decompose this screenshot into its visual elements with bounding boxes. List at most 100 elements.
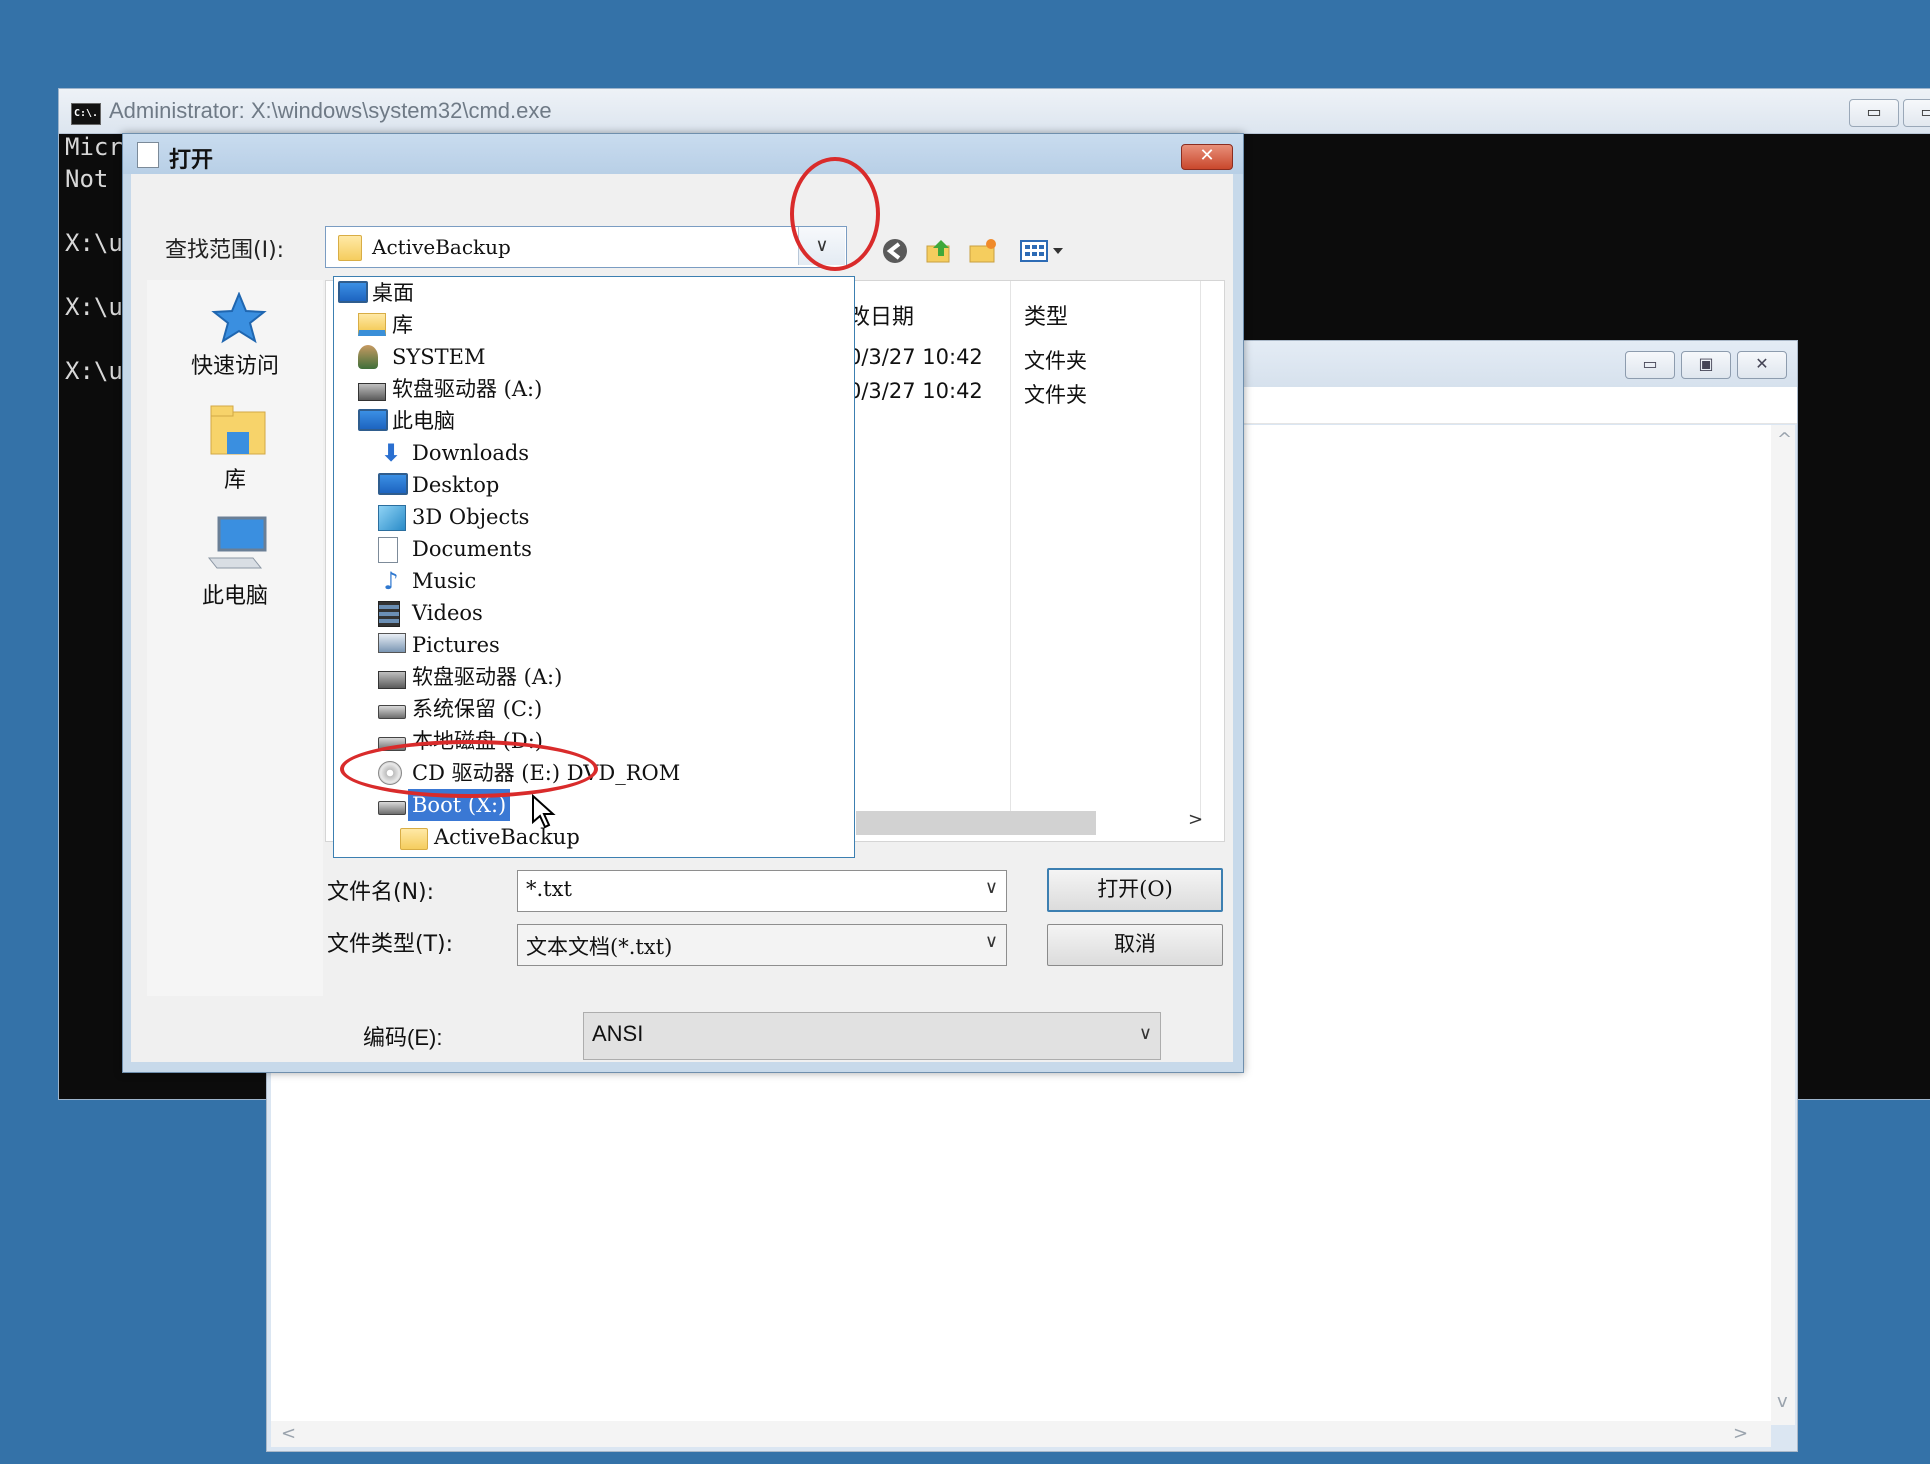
annotation-circle <box>790 157 880 271</box>
tree-item-label: 软盘驱动器 (A:) <box>392 377 543 401</box>
filetype-label: 文件类型(T): <box>327 932 454 957</box>
cmd-output-line: X:\u <box>65 229 123 257</box>
filename-label: 文件名(N): <box>327 880 435 905</box>
places-label: 此电脑 <box>201 584 268 609</box>
cmd-window-title: Administrator: X:\windows\system32\cmd.e… <box>109 98 552 123</box>
dialog-close-button[interactable]: ✕ <box>1181 144 1233 170</box>
encoding-combobox[interactable]: ANSI ∨ <box>583 1012 1161 1060</box>
pictures-icon <box>378 633 406 653</box>
filename-value: *.txt <box>526 877 572 901</box>
videos-icon <box>378 601 400 627</box>
library-icon <box>358 313 386 336</box>
view-menu-icon[interactable] <box>1017 236 1067 266</box>
cmd-titlebar[interactable]: C:\. Administrator: X:\windows\system32\… <box>59 89 1930 134</box>
notepad-minimize-button[interactable]: ▭ <box>1625 351 1675 379</box>
tree-item-label: 3D Objects <box>412 505 530 529</box>
lookin-label: 查找范围(I): <box>165 238 285 263</box>
user-icon <box>358 345 378 369</box>
tree-item-label: Documents <box>412 537 532 561</box>
scroll-right-arrow[interactable]: > <box>1188 809 1203 830</box>
tree-item-label: Desktop <box>412 473 500 497</box>
cmd-output-line: X:\u <box>65 357 123 385</box>
encoding-label: 编码(E): <box>363 1025 443 1050</box>
column-divider <box>1010 281 1011 821</box>
places-quick-access[interactable]: 快速访问 <box>147 292 323 396</box>
cmd-output-line: Micr <box>65 133 123 161</box>
tree-item-label: Downloads <box>412 441 530 465</box>
tree-item-label: ActiveBackup <box>434 825 580 849</box>
folder-icon <box>338 235 362 261</box>
dialog-title: 打开 <box>169 148 214 173</box>
cancel-button[interactable]: 取消 <box>1047 924 1223 966</box>
filetype-combobox[interactable]: 文本文档(*.txt) ∨ <box>517 924 1007 966</box>
floppy-icon <box>378 671 406 689</box>
filetype-value: 文本文档(*.txt) <box>526 935 673 959</box>
notepad-close-button[interactable]: ✕ <box>1737 351 1787 379</box>
drive-icon <box>378 705 406 719</box>
lookin-value: ActiveBackup <box>372 235 511 259</box>
scroll-up-arrow[interactable]: ^ <box>1777 429 1792 450</box>
mouse-cursor-icon <box>532 794 556 829</box>
dialog-body: 查找范围(I): ActiveBackup ∨ 快速访问 库 此电脑 改日期 类… <box>131 174 1233 1062</box>
file-type-cell[interactable]: 文件夹 <box>1024 379 1087 409</box>
filename-combobox[interactable]: *.txt ∨ <box>517 870 1007 912</box>
tree-item-label: 系统保留 (C:) <box>412 697 543 721</box>
column-header-date[interactable]: 改日期 <box>848 299 914 331</box>
tree-item-label: SYSTEM <box>392 345 486 369</box>
notepad-maximize-button[interactable]: ▣ <box>1681 351 1731 379</box>
places-label: 库 <box>223 468 246 493</box>
folder-icon <box>400 828 428 850</box>
tree-item-label: 桌面 <box>372 281 414 305</box>
notepad-vertical-scrollbar[interactable]: ^ v <box>1771 425 1795 1425</box>
places-library[interactable]: 库 <box>147 404 323 504</box>
library-icon <box>210 405 266 455</box>
scroll-right-arrow[interactable]: > <box>1733 1423 1748 1444</box>
chevron-down-icon[interactable]: ∨ <box>985 931 998 952</box>
up-folder-icon[interactable] <box>921 236 957 266</box>
encoding-value: ANSI <box>592 1021 644 1046</box>
tree-item-label: 此电脑 <box>392 409 455 433</box>
file-list-scroll-thumb[interactable] <box>856 811 1096 835</box>
desktop-icon <box>338 281 368 303</box>
computer-icon <box>358 409 388 431</box>
open-file-dialog: 打开 ✕ 查找范围(I): ActiveBackup ∨ 快速访问 库 此电脑 … <box>122 133 1244 1073</box>
notepad-horizontal-scrollbar[interactable]: < > <box>271 1421 1771 1447</box>
file-date-cell[interactable]: 0/3/27 10:42 <box>848 379 983 403</box>
star-icon <box>211 292 267 344</box>
music-icon: ♪ <box>383 567 399 595</box>
tree-item-label: 库 <box>392 313 413 337</box>
documents-icon <box>378 537 398 563</box>
cmd-icon: C:\. <box>71 103 101 125</box>
tree-item-label: Pictures <box>412 633 500 657</box>
places-this-pc[interactable]: 此电脑 <box>147 516 323 616</box>
cmd-output-line: Not <box>65 165 109 193</box>
floppy-icon <box>358 383 386 401</box>
tree-item-label: Music <box>412 569 477 593</box>
dialog-icon <box>137 142 159 168</box>
open-button[interactable]: 打开(O) <box>1047 868 1223 912</box>
column-header-type[interactable]: 类型 <box>1024 299 1068 331</box>
dialog-titlebar[interactable]: 打开 ✕ <box>123 134 1243 174</box>
lookin-combobox[interactable]: ActiveBackup ∨ <box>325 226 847 268</box>
file-type-cell[interactable]: 文件夹 <box>1024 345 1087 375</box>
places-bar: 快速访问 库 此电脑 <box>147 280 323 996</box>
drive-icon <box>378 801 406 815</box>
cmd-restore-button[interactable]: ▭ <box>1903 99 1930 127</box>
chevron-down-icon[interactable]: ∨ <box>985 877 998 898</box>
places-label: 快速访问 <box>190 354 279 379</box>
cmd-minimize-button[interactable]: ▭ <box>1849 99 1899 127</box>
scroll-down-arrow[interactable]: v <box>1777 1391 1788 1412</box>
downloads-icon: ⬇ <box>380 439 402 467</box>
tree-item-label: 软盘驱动器 (A:) <box>412 665 563 689</box>
desktop-icon <box>378 473 408 495</box>
annotation-circle <box>340 740 598 798</box>
cube-icon <box>378 505 406 531</box>
computer-icon <box>207 516 267 569</box>
chevron-down-icon[interactable]: ∨ <box>1139 1023 1152 1044</box>
scroll-left-arrow[interactable]: < <box>281 1423 296 1444</box>
tree-item-label: Videos <box>412 601 483 625</box>
cmd-output-line: X:\u <box>65 293 123 321</box>
back-icon[interactable] <box>877 236 913 266</box>
new-folder-icon[interactable] <box>965 236 1001 266</box>
file-date-cell[interactable]: 0/3/27 10:42 <box>848 345 983 369</box>
